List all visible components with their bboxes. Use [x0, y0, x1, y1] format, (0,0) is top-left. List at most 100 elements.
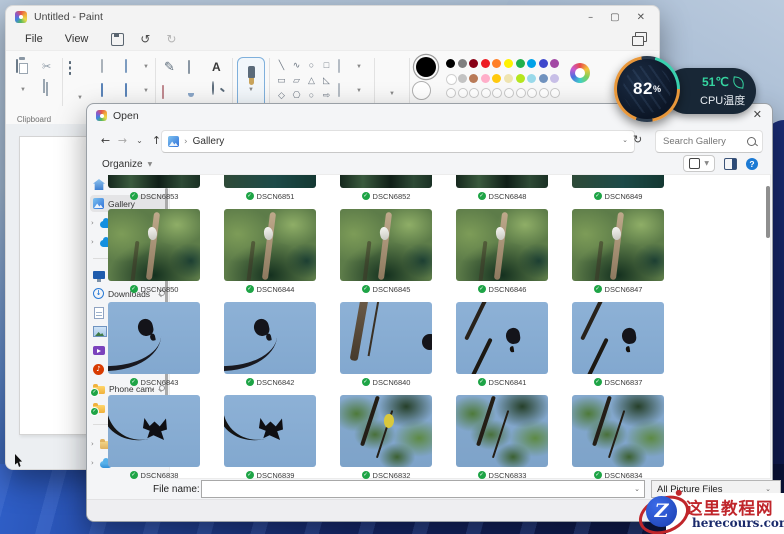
thumbnail[interactable] — [340, 209, 432, 281]
thumbnail[interactable] — [108, 209, 200, 281]
file-grid-scrollbar[interactable] — [766, 186, 770, 238]
palette-empty-slot[interactable] — [457, 88, 468, 98]
copy-button[interactable] — [43, 79, 45, 93]
palette-empty-slot[interactable] — [469, 88, 480, 98]
shape-arrow[interactable]: ⇨ — [319, 88, 334, 103]
dialog-close-icon[interactable]: ✕ — [753, 108, 762, 121]
shape-polygon[interactable]: ▱ — [289, 73, 304, 88]
flip-dropdown[interactable]: ▼ — [143, 88, 149, 94]
thumbnail[interactable] — [224, 175, 316, 188]
palette-swatch[interactable] — [480, 73, 490, 83]
palette-swatch[interactable] — [469, 73, 479, 83]
shape-rounded-rectangle[interactable]: ▭ — [274, 73, 289, 88]
palette-empty-slot[interactable] — [538, 88, 549, 98]
eraser-button[interactable] — [162, 85, 164, 99]
palette-swatch[interactable] — [469, 59, 479, 68]
palette-swatch[interactable] — [515, 59, 525, 68]
palette-swatch[interactable] — [457, 59, 467, 68]
paste-dropdown[interactable]: ▼ — [20, 87, 26, 93]
shape-right-triangle[interactable]: ◺ — [319, 73, 334, 88]
address-bar[interactable]: › Gallery ⌄ — [161, 130, 635, 153]
palette-swatch[interactable] — [515, 73, 525, 83]
palette-empty-slot[interactable] — [550, 88, 561, 98]
address-dropdown-icon[interactable]: ⌄ — [622, 136, 628, 144]
maximize-icon[interactable]: ▢ — [610, 12, 619, 23]
palette-empty-slot[interactable] — [527, 88, 538, 98]
brushes-dropdown[interactable]: ▼ — [248, 87, 254, 93]
shape-curve[interactable]: ∿ — [289, 58, 304, 73]
help-icon[interactable]: ? — [746, 157, 758, 170]
thumbnail[interactable] — [224, 302, 316, 374]
palette-swatch[interactable] — [527, 59, 537, 68]
thumbnail[interactable] — [572, 175, 664, 188]
shape-outline-button[interactable] — [338, 59, 340, 73]
thumbnail[interactable] — [456, 209, 548, 281]
file-name-dropdown-icon[interactable]: ⌄ — [634, 485, 644, 493]
thumbnail[interactable] — [340, 395, 432, 467]
refresh-icon[interactable]: ↻ — [633, 133, 642, 146]
back-icon[interactable]: ← — [97, 134, 114, 147]
view-mode-button[interactable]: ▼ — [683, 155, 715, 172]
thumbnail[interactable] — [572, 395, 664, 467]
thumbnail[interactable] — [340, 302, 432, 374]
thumbnail[interactable] — [108, 175, 200, 188]
shape-oval[interactable]: ○ — [304, 58, 319, 73]
search-box[interactable] — [655, 130, 763, 153]
pencil-icon[interactable]: ✎ — [164, 61, 175, 74]
thumbnail[interactable] — [224, 395, 316, 467]
shape-hexagon[interactable]: ⎔ — [289, 88, 304, 103]
crop-button[interactable] — [101, 59, 103, 73]
palette-swatch[interactable] — [492, 59, 502, 68]
palette-swatch[interactable] — [550, 73, 560, 83]
magnifier-button[interactable] — [212, 81, 214, 95]
outline-dropdown[interactable]: ▼ — [356, 64, 362, 70]
paste-button[interactable] — [16, 59, 18, 73]
fill-button[interactable] — [188, 60, 190, 74]
palette-swatch[interactable] — [550, 59, 560, 68]
palette-swatch[interactable] — [492, 73, 502, 83]
thumbnail[interactable] — [456, 175, 548, 188]
close-icon[interactable]: ✕ — [637, 12, 645, 23]
palette-swatch[interactable] — [446, 59, 455, 68]
palette-empty-slot[interactable] — [503, 88, 514, 98]
thumbnail[interactable] — [456, 395, 548, 467]
palette-swatch[interactable] — [527, 73, 537, 83]
breadcrumb[interactable]: Gallery — [193, 136, 225, 147]
thumbnail[interactable] — [108, 302, 200, 374]
rotate-button[interactable] — [125, 59, 127, 73]
thumbnail[interactable] — [456, 302, 548, 374]
preview-pane-icon[interactable] — [724, 157, 737, 170]
thumbnail[interactable] — [340, 175, 432, 188]
cut-icon[interactable]: ✂ — [42, 61, 51, 72]
search-input[interactable] — [656, 135, 745, 148]
forward-icon[interactable]: → — [114, 134, 131, 147]
menu-view[interactable]: View — [56, 31, 98, 47]
fill-dropdown[interactable]: ▼ — [356, 88, 362, 94]
palette-empty-slot[interactable] — [446, 88, 456, 98]
stroke-width-dropdown[interactable]: ▼ — [389, 91, 395, 97]
thumbnail[interactable] — [224, 209, 316, 281]
palette-swatch[interactable] — [503, 73, 513, 83]
thumbnail[interactable] — [572, 302, 664, 374]
palette-empty-slot[interactable] — [480, 88, 491, 98]
cpu-monitor-widget[interactable]: 51℃ CPU温度 82 % — [612, 54, 756, 126]
menu-file[interactable]: File — [16, 31, 52, 47]
shape-triangle[interactable]: △ — [304, 73, 319, 88]
shape-rectangle[interactable]: □ — [319, 58, 334, 73]
palette-swatch[interactable] — [446, 73, 457, 85]
organize-button[interactable]: Organize ▼ — [95, 157, 159, 172]
undo-icon[interactable]: ↺ — [134, 32, 156, 46]
palette-swatch[interactable] — [503, 59, 513, 68]
minimize-icon[interactable]: – — [588, 12, 593, 23]
layers-icon[interactable] — [632, 32, 647, 46]
paint-titlebar[interactable]: Untitled - Paint – ▢ ✕ — [6, 6, 659, 28]
thumbnail[interactable] — [108, 395, 200, 467]
save-icon[interactable] — [111, 32, 125, 46]
palette-swatch[interactable] — [538, 73, 548, 83]
flip-button[interactable] — [125, 83, 127, 97]
rotate-dropdown[interactable]: ▼ — [143, 64, 149, 70]
thumbnail[interactable] — [572, 209, 664, 281]
palette-swatch[interactable] — [480, 59, 490, 68]
brushes-button[interactable]: ▼ — [237, 57, 265, 109]
select-button[interactable] — [69, 61, 71, 75]
